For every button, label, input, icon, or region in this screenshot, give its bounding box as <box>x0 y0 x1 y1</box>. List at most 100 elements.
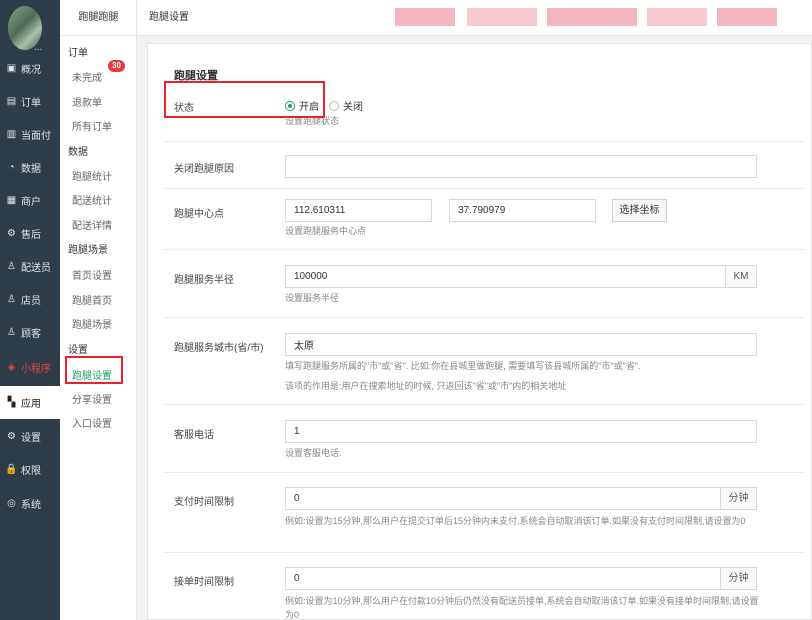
sidebar-item-label: 概况 <box>21 65 41 76</box>
city-label: 跑腿服务城市(省/市) <box>174 343 264 354</box>
redacted-area <box>395 8 455 26</box>
pay-limit-input[interactable] <box>285 487 721 510</box>
group-heading-data: 数据 <box>68 147 88 158</box>
gear-icon: ⚙ <box>7 431 16 442</box>
sidebar-item-label: 设置 <box>21 433 41 444</box>
redacted-area <box>647 8 707 26</box>
status-off-radio[interactable]: 关闭 <box>329 98 363 113</box>
sidebar-item-overview[interactable]: ▣ 概况 <box>0 52 60 85</box>
person-icon: ♙ <box>7 327 16 338</box>
close-reason-input[interactable] <box>285 155 757 178</box>
sidebar-item-label: 配送员 <box>21 263 51 274</box>
divider <box>164 472 804 473</box>
sub-link-delivery-detail[interactable]: 配送详情 <box>72 217 112 232</box>
person-icon: ♙ <box>7 261 16 272</box>
sidebar-item-label: 权限 <box>21 466 41 477</box>
top-bar: 跑腿设置 <box>137 0 812 36</box>
highlight-box-errand-settings <box>65 356 123 384</box>
overview-icon: ▣ <box>6 63 17 74</box>
center-latitude-input[interactable] <box>449 199 596 222</box>
radius-unit: KM <box>725 265 757 288</box>
redacted-area <box>717 8 777 26</box>
sub-link-home-settings[interactable]: 首页设置 <box>72 267 112 282</box>
merchant-icon: ▦ <box>6 195 17 206</box>
radio-unchecked-icon <box>329 100 339 111</box>
pay-limit-label: 支付时间限制 <box>174 497 234 508</box>
center-help: 设置跑腿服务中心点 <box>285 226 367 236</box>
group-heading-scene: 跑腿场景 <box>68 245 108 256</box>
radius-input[interactable] <box>285 265 726 288</box>
system-icon: ◎ <box>7 498 16 509</box>
data-icon: ◔ <box>8 162 15 173</box>
accept-limit-input[interactable] <box>285 567 721 590</box>
phone-help: 设置客服电话. <box>285 448 342 458</box>
sub-sidebar: 跑腿跑腿 订单 未完成 30 退款单 所有订单 数据 跑腿统计 配送统计 配送详… <box>60 0 137 620</box>
sidebar-item-label: 售后 <box>21 230 41 241</box>
face-pay-icon: ▥ <box>6 129 17 140</box>
sidebar-item-courier[interactable]: ♙ 配送员 <box>0 250 60 283</box>
apps-grid-icon: ▚ <box>7 397 16 408</box>
radius-label: 跑腿服务半径 <box>174 275 234 286</box>
sidebar-item-apps[interactable]: ▚ 应用 <box>0 386 60 419</box>
sub-link-errand-home[interactable]: 跑腿首页 <box>72 292 112 307</box>
sidebar-item-data[interactable]: ◔ 数据 <box>0 151 60 184</box>
sidebar-item-aftersale[interactable]: ⚙ 售后 <box>0 217 60 250</box>
radius-help: 设置服务半径 <box>285 293 340 303</box>
sub-link-entry-settings[interactable]: 入口设置 <box>72 415 112 430</box>
settings-form: 跑腿设置 状态 开启 关闭 设置跑腿状态 关闭跑腿原因 跑腿中心点 选择坐标 设… <box>147 43 812 620</box>
sub-link-unfinished[interactable]: 未完成 30 <box>72 60 125 84</box>
divider <box>164 317 804 318</box>
sub-link-delivery-stats[interactable]: 配送统计 <box>72 192 112 207</box>
accept-limit-label: 接单时间限制 <box>174 577 234 588</box>
sidebar-item-label: 当面付 <box>21 131 51 142</box>
group-heading-orders: 订单 <box>68 48 88 59</box>
accept-limit-help: 例如:设置为10分钟,那么用户在付款10分钟后仍然没有配送员接单,系统会自动取消… <box>285 596 759 620</box>
phone-input[interactable] <box>285 420 757 443</box>
pay-limit-help: 例如:设置为15分钟,那么用户在提交订单后15分钟内未支付,系统会自动取消该订单… <box>285 516 746 526</box>
sidebar-item-label: 应用 <box>21 399 41 410</box>
sidebar-item-label: 顾客 <box>21 329 41 340</box>
mini-program-icon: ◈ <box>7 362 16 373</box>
sub-link-all-orders[interactable]: 所有订单 <box>72 118 112 133</box>
sidebar-item-clerk[interactable]: ♙ 店员 <box>0 283 60 316</box>
close-reason-label: 关闭跑腿原因 <box>174 164 234 175</box>
redacted-area <box>467 8 537 26</box>
sidebar-item-merchant[interactable]: ▦ 商户 <box>0 184 60 217</box>
sidebar-item-face-pay[interactable]: ▥ 当面付 <box>0 118 60 151</box>
sidebar-item-label: 订单 <box>21 98 41 109</box>
center-longitude-input[interactable] <box>285 199 432 222</box>
pay-limit-unit: 分钟 <box>720 487 757 510</box>
main-sidebar: ... ▣ 概况 ▤ 订单 ▥ 当面付 ◔ 数据 ▦ 商户 ⚙ 售后 ♙ 配送员… <box>0 0 60 620</box>
sidebar-item-mini-program[interactable]: ◈ 小程序 <box>0 351 60 384</box>
lock-icon: 🔒 <box>5 464 18 475</box>
sidebar-item-label: 商户 <box>21 197 41 208</box>
sidebar-item-system[interactable]: ◎ 系统 <box>0 487 60 520</box>
group-heading-settings: 设置 <box>68 345 88 356</box>
divider <box>164 552 804 553</box>
sub-link-share-settings[interactable]: 分享设置 <box>72 391 112 406</box>
sub-sidebar-title: 跑腿跑腿 <box>60 0 137 36</box>
sub-link-errand-scene[interactable]: 跑腿场景 <box>72 316 112 331</box>
center-point-label: 跑腿中心点 <box>174 209 224 220</box>
radio-label: 关闭 <box>343 102 363 113</box>
city-input[interactable] <box>285 333 757 356</box>
redacted-area <box>547 8 637 26</box>
sidebar-item-settings[interactable]: ⚙ 设置 <box>0 420 60 453</box>
divider <box>164 249 804 250</box>
pick-coordinate-button[interactable]: 选择坐标 <box>612 199 667 222</box>
city-help-2: 该项的作用是:用户在搜索地址的时候, 只返回该"省"或"市"内的相关地址 <box>285 381 567 391</box>
sidebar-item-label: 小程序 <box>21 364 51 375</box>
sub-link-refund[interactable]: 退款单 <box>72 94 102 109</box>
sidebar-item-label: 系统 <box>21 500 41 511</box>
city-help-1: 填写跑腿服务所属的"市"或"省". 比如:你在县城里做跑腿, 需要填写该县城所属… <box>285 361 641 371</box>
sub-link-label: 未完成 <box>72 73 102 84</box>
orders-icon: ▤ <box>6 96 17 107</box>
phone-label: 客服电话 <box>174 430 214 441</box>
sidebar-item-permissions[interactable]: 🔒 权限 <box>0 453 60 486</box>
sidebar-item-customer[interactable]: ♙ 顾客 <box>0 316 60 349</box>
sub-link-errand-stats[interactable]: 跑腿统计 <box>72 168 112 183</box>
aftersale-icon: ⚙ <box>7 228 16 239</box>
accept-limit-unit: 分钟 <box>720 567 757 590</box>
divider <box>164 188 804 189</box>
sidebar-item-orders[interactable]: ▤ 订单 <box>0 85 60 118</box>
